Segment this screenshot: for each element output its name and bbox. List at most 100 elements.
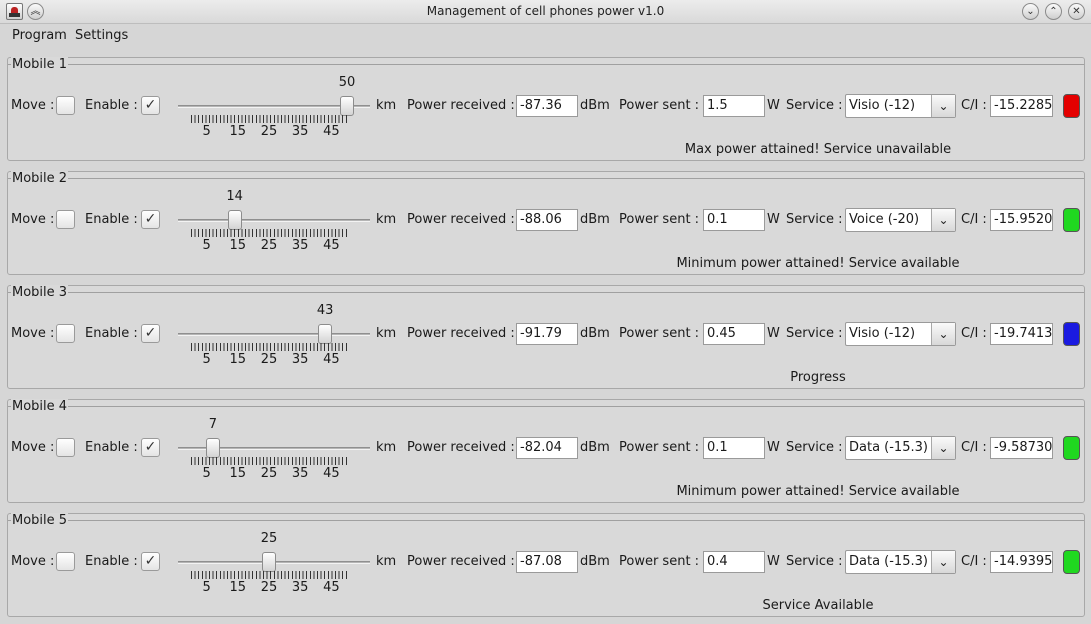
- power-received-field[interactable]: -88.06: [516, 209, 578, 231]
- ci-field[interactable]: -14.9395: [990, 551, 1053, 573]
- power-received-field[interactable]: -82.04: [516, 437, 578, 459]
- enable-checkbox[interactable]: ✓: [141, 210, 160, 229]
- service-dropdown[interactable]: Visio (-12) ⌄: [845, 94, 956, 118]
- check-mark-icon: ✓: [144, 325, 157, 341]
- slider-tick-label: 15: [229, 124, 247, 139]
- move-label: Move :: [11, 440, 55, 455]
- ci-field[interactable]: -15.9520: [990, 209, 1053, 231]
- enable-checkbox[interactable]: ✓: [141, 438, 160, 457]
- ci-field[interactable]: -9.58730: [990, 437, 1053, 459]
- power-sent-field[interactable]: 0.1: [703, 209, 765, 231]
- slider-ticks: [191, 457, 347, 465]
- service-dropdown[interactable]: Data (-15.3) ⌄: [845, 436, 956, 460]
- chevron-down-icon[interactable]: ⌄: [931, 551, 955, 573]
- service-dropdown[interactable]: Data (-15.3) ⌄: [845, 550, 956, 574]
- enable-label: Enable :: [85, 212, 138, 227]
- distance-slider-track[interactable]: [178, 219, 370, 222]
- distance-slider-thumb[interactable]: [205, 438, 220, 458]
- slider-tick-label: 5: [202, 580, 211, 595]
- service-dropdown[interactable]: Visio (-12) ⌄: [845, 322, 956, 346]
- service-label: Service :: [786, 440, 843, 455]
- power-received-field[interactable]: -87.08: [516, 551, 578, 573]
- move-checkbox[interactable]: [56, 438, 75, 457]
- slider-ticks: [191, 115, 347, 123]
- power-sent-field[interactable]: 1.5: [703, 95, 765, 117]
- move-checkbox[interactable]: [56, 552, 75, 571]
- slider-ticks: [191, 343, 347, 351]
- ci-label: C/I :: [961, 554, 987, 569]
- distance-slider-thumb[interactable]: [227, 210, 242, 230]
- power-sent-field[interactable]: 0.1: [703, 437, 765, 459]
- status-message: Minimum power attained! Service availabl…: [676, 484, 960, 499]
- service-selected-value: Visio (-12): [849, 98, 916, 113]
- service-label: Service :: [786, 554, 843, 569]
- enable-checkbox[interactable]: ✓: [141, 324, 160, 343]
- chevron-down-icon[interactable]: ⌄: [931, 209, 955, 231]
- distance-slider-thumb[interactable]: [262, 552, 276, 572]
- status-led: [1063, 550, 1080, 574]
- panel-title: Mobile 2: [11, 171, 69, 186]
- slider-tick-label: 5: [202, 466, 211, 481]
- w-unit: W: [767, 554, 780, 569]
- slider-tick-label: 15: [229, 352, 247, 367]
- move-checkbox[interactable]: [56, 96, 75, 115]
- distance-slider-thumb[interactable]: [318, 324, 333, 344]
- move-label: Move :: [11, 554, 55, 569]
- slider-tick-label: 35: [291, 238, 309, 253]
- power-received-label: Power received :: [407, 98, 515, 113]
- panel-title: Mobile 5: [11, 513, 69, 528]
- status-led: [1063, 436, 1080, 460]
- power-received-field[interactable]: -87.36: [516, 95, 578, 117]
- slider-tick-label: 25: [260, 466, 278, 481]
- ci-field[interactable]: -15.2285: [990, 95, 1053, 117]
- check-mark-icon: ✓: [144, 97, 157, 113]
- slider-tick-label: 15: [229, 466, 247, 481]
- power-received-field[interactable]: -91.79: [516, 323, 578, 345]
- move-checkbox[interactable]: [56, 210, 75, 229]
- slider-tick-label: 35: [291, 580, 309, 595]
- slider-tick-label: 25: [260, 124, 278, 139]
- service-dropdown[interactable]: Voice (-20) ⌄: [845, 208, 956, 232]
- enable-checkbox[interactable]: ✓: [141, 96, 160, 115]
- power-sent-field[interactable]: 0.4: [703, 551, 765, 573]
- menu-settings[interactable]: Settings: [75, 28, 128, 43]
- slider-tick-label: 45: [323, 580, 340, 595]
- service-selected-value: Data (-15.3): [849, 554, 928, 569]
- close-window-icon[interactable]: ✕: [1068, 3, 1085, 20]
- dbm-unit: dBm: [580, 326, 610, 341]
- chevron-down-icon[interactable]: ⌄: [931, 437, 955, 459]
- slider-tick-label: 45: [323, 124, 340, 139]
- power-sent-field[interactable]: 0.45: [703, 323, 765, 345]
- distance-slider-thumb[interactable]: [340, 96, 354, 116]
- enable-label: Enable :: [85, 554, 138, 569]
- ci-field[interactable]: -19.7413: [990, 323, 1053, 345]
- move-label: Move :: [11, 98, 55, 113]
- panel-title: Mobile 3: [11, 285, 69, 300]
- chevron-down-icon[interactable]: ⌄: [931, 323, 955, 345]
- distance-value: 43: [316, 303, 334, 318]
- menu-bar: Program Settings: [0, 26, 1091, 48]
- panel-title: Mobile 4: [11, 399, 69, 414]
- w-unit: W: [767, 212, 780, 227]
- slider-tick-label: 35: [291, 466, 309, 481]
- move-checkbox[interactable]: [56, 324, 75, 343]
- slider-tick-label: 35: [291, 124, 309, 139]
- status-message: Max power attained! Service unavailable: [684, 142, 952, 157]
- ci-label: C/I :: [961, 212, 987, 227]
- power-received-label: Power received :: [407, 212, 515, 227]
- ci-label: C/I :: [961, 98, 987, 113]
- status-message: Progress: [790, 370, 846, 385]
- minimize-window-icon[interactable]: ⌄: [1022, 3, 1039, 20]
- slider-tick-label: 15: [229, 580, 247, 595]
- menu-program[interactable]: Program: [12, 28, 67, 43]
- chevron-down-icon[interactable]: ⌄: [931, 95, 955, 117]
- slider-tick-label: 25: [260, 352, 278, 367]
- km-unit: km: [376, 440, 397, 455]
- ci-label: C/I :: [961, 440, 987, 455]
- distance-slider-track[interactable]: [178, 333, 370, 336]
- maximize-window-icon[interactable]: ⌃: [1045, 3, 1062, 20]
- mobile-panel: Mobile 4 Move : Enable : ✓ 7 5 15 25 35 45 km Power…: [7, 399, 1085, 503]
- enable-checkbox[interactable]: ✓: [141, 552, 160, 571]
- status-message: Service Available: [762, 598, 874, 613]
- enable-label: Enable :: [85, 440, 138, 455]
